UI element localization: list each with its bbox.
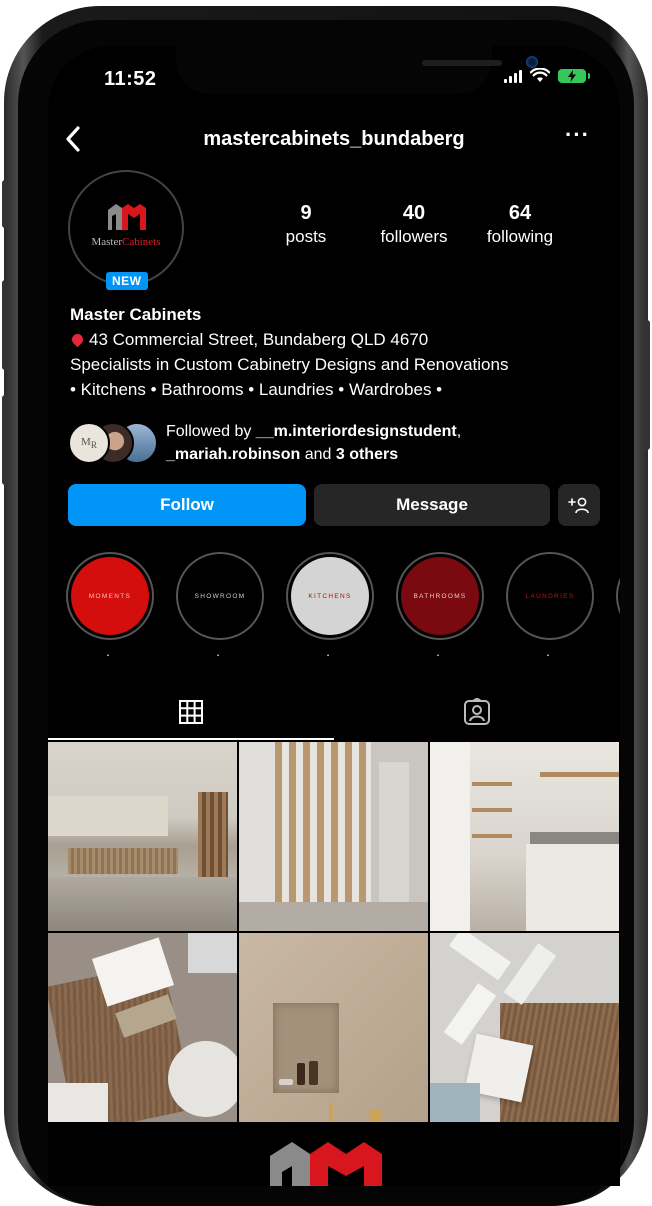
material-samples-flatlay-photo [48, 933, 237, 1122]
followed-by-and: and [300, 446, 336, 463]
wifi-icon [530, 68, 550, 82]
master-cabinets-footer-logo-icon [270, 1142, 382, 1186]
highlight-cover: BATHROOMS [401, 557, 479, 635]
highlight-label: . [326, 644, 330, 659]
stat-followers-label: followers [380, 227, 448, 246]
profile-username: mastercabinets_bundaberg [203, 128, 465, 150]
bio-line-1: Specialists in Custom Cabinetry Designs … [70, 355, 509, 374]
kitchen-island-photo [48, 742, 237, 931]
add-person-icon [568, 497, 589, 514]
phone-side-button [2, 180, 8, 228]
profile-tabs [48, 686, 620, 740]
post-tile[interactable] [48, 933, 237, 1122]
highlight-cover-text: MOMENTS [88, 592, 132, 600]
highlight-moments[interactable]: MOMENTS [66, 552, 154, 640]
battery-charging-icon [558, 68, 590, 83]
location-pin-icon [69, 331, 86, 348]
profile-avatar[interactable]: MasterCabinets [68, 170, 184, 286]
notch [176, 46, 538, 94]
highlight-laundries[interactable]: LAUNDRIES [506, 552, 594, 640]
highlight-label: . [106, 644, 110, 659]
stat-followers-count: 40 [402, 202, 426, 224]
cellular-signal-icon [504, 69, 522, 83]
stat-followers[interactable]: 40 followers [366, 202, 462, 247]
highlight-partial[interactable] [616, 552, 620, 640]
bio-line-2: • Kitchens • Bathrooms • Laundries • War… [70, 380, 443, 399]
logo-text-master: Master [91, 236, 123, 248]
post-tile[interactable] [239, 742, 428, 931]
highlight-cover: KITCHENS [291, 557, 369, 635]
status-time: 11:52 [104, 68, 157, 90]
highlight-kitchens[interactable]: KITCHENS [286, 552, 374, 640]
highlight-cover-text: BATHROOMS [413, 592, 467, 600]
highlight-cover-text: LAUNDRIES [525, 592, 575, 600]
phone-volume-down [2, 395, 8, 485]
highlight-label: . [436, 644, 440, 659]
followed-by-prefix: Followed by [166, 423, 256, 440]
phone-power-button [644, 320, 650, 450]
avatar-logo-text: MasterCabinets [70, 236, 182, 248]
followed-by-user-1[interactable]: __m.interiordesignstudent [256, 423, 457, 440]
stat-following-count: 64 [508, 202, 532, 224]
tab-posts-grid[interactable] [48, 686, 334, 738]
message-button[interactable]: Message [314, 484, 550, 526]
post-tile[interactable] [239, 933, 428, 1122]
profile-address[interactable]: 43 Commercial Street, Bundaberg QLD 4670 [69, 327, 610, 352]
highlight-cover-text: SHOWROOM [194, 592, 246, 600]
highlight-label: . [546, 644, 550, 659]
tagged-person-icon [464, 698, 490, 725]
followed-by[interactable]: MR Followed by __m.interiordesignstudent… [68, 418, 608, 468]
highlight-showroom[interactable]: SHOWROOM [176, 552, 264, 640]
followed-by-text: Followed by __m.interiordesignstudent, _… [166, 420, 461, 466]
new-badge: NEW [106, 272, 148, 290]
highlight-cover: SHOWROOM [181, 557, 259, 635]
stat-following-label: following [486, 227, 554, 246]
profile-bio: Master Cabinets 43 Commercial Street, Bu… [69, 302, 610, 402]
followed-by-others[interactable]: 3 others [336, 446, 398, 463]
post-tile[interactable] [430, 933, 619, 1122]
post-tile[interactable] [48, 742, 237, 931]
stat-posts-label: posts [285, 227, 327, 246]
highlight-cover: LAUNDRIES [511, 557, 589, 635]
laundry-cabinetry-photo [430, 742, 619, 931]
highlight-cover-text: KITCHENS [308, 592, 352, 600]
active-tab-indicator [48, 738, 334, 740]
app-screen: 11:52 mastercabinets_bundaberg ··· Maste… [48, 46, 620, 1186]
follower-avatar-1: MR [68, 422, 110, 464]
master-cabinets-logo-icon [108, 204, 146, 230]
phone-volume-up [2, 280, 8, 370]
followed-by-comma: , [456, 423, 462, 440]
tile-and-timber-samples-photo [430, 933, 619, 1122]
more-options-button[interactable]: ··· [565, 122, 590, 148]
stat-following[interactable]: 64 following [476, 202, 564, 247]
address-text: 43 Commercial Street, Bundaberg QLD 4670 [89, 330, 429, 349]
grid-icon [179, 700, 203, 724]
profile-display-name: Master Cabinets [70, 305, 202, 324]
stat-posts-count: 9 [300, 202, 312, 224]
follow-button[interactable]: Follow [68, 484, 306, 526]
profile-header: mastercabinets_bundaberg ··· [48, 122, 620, 158]
highlight-bathrooms[interactable]: BATHROOMS [396, 552, 484, 640]
logo-text-cabinets: Cabinets [122, 236, 161, 248]
followed-by-user-2[interactable]: _mariah.robinson [166, 446, 300, 463]
speaker-grille [422, 60, 502, 66]
timber-slat-screen-photo [239, 742, 428, 931]
stat-posts[interactable]: 9 posts [272, 202, 340, 247]
suggest-people-button[interactable] [558, 484, 600, 526]
avatar: MasterCabinets [68, 170, 184, 286]
highlight-label: . [216, 644, 220, 659]
bathroom-niche-photo [239, 933, 428, 1122]
front-camera [526, 56, 538, 68]
status-icons [504, 68, 590, 83]
highlight-cover: MOMENTS [71, 557, 149, 635]
tab-tagged[interactable] [334, 686, 620, 738]
post-tile[interactable] [430, 742, 619, 931]
